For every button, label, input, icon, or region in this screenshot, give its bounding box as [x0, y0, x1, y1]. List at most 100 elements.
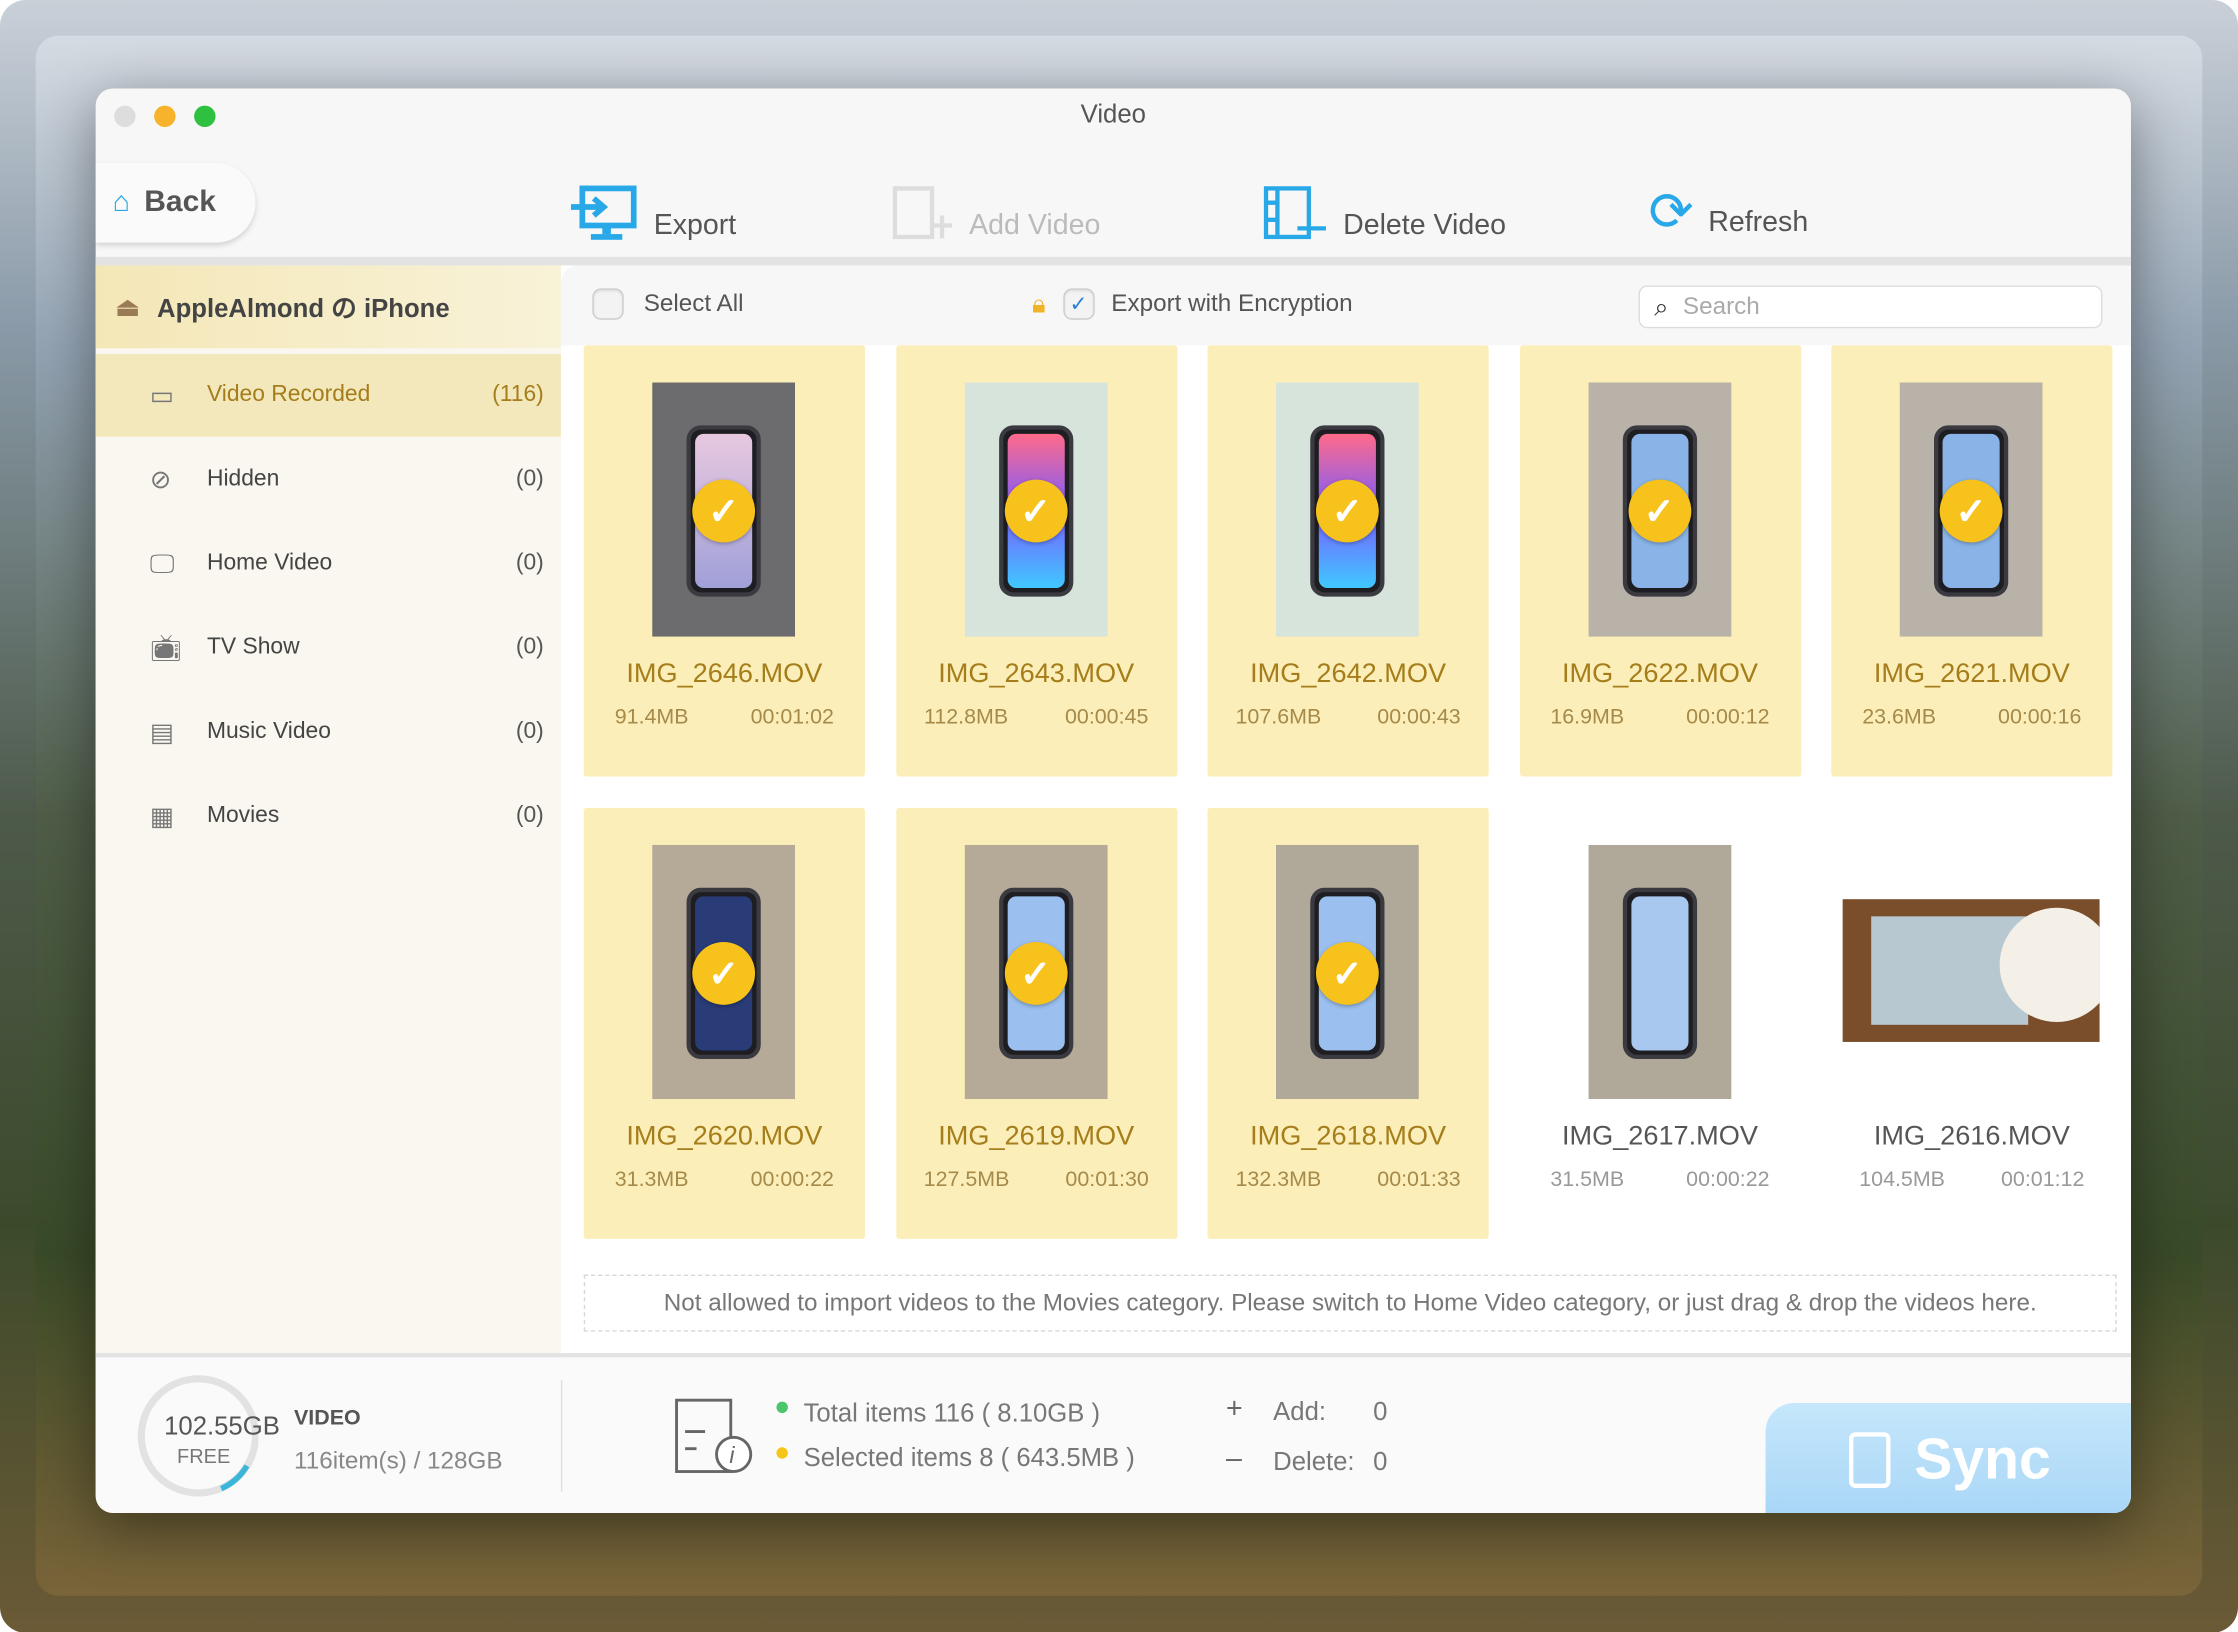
selected-items: Selected items 8 ( 643.5MB ) [803, 1443, 1135, 1472]
export-icon [570, 185, 637, 240]
sidebar-item-movies[interactable]: ▦ Movies (0) [96, 775, 561, 858]
add-value: 0 [1373, 1397, 1388, 1426]
drop-zone-notice[interactable]: Not allowed to import videos to the Movi… [583, 1274, 2117, 1332]
sidebar-item-music-video[interactable]: ▤ Music Video (0) [96, 691, 561, 774]
select-all-checkbox[interactable]: Select All [592, 288, 744, 320]
search-placeholder: Search [1682, 292, 1760, 320]
delete-film-icon [1263, 186, 1326, 240]
add-film-icon [892, 186, 953, 240]
video-name: IMG_2621.MOV [1873, 659, 2070, 690]
sidebar-item-count: (116) [492, 382, 544, 407]
back-button[interactable]: ⌂ Back [95, 162, 256, 243]
desktop: Video ⌂ Back Export Add Video Delete Vid… [0, 0, 2238, 1632]
music-film-icon: ▤ [149, 717, 175, 746]
sidebar-item-label: Home Video [206, 550, 333, 576]
video-card[interactable]: ✓ IMG_2619.MOV 127.5MB 00:01:30 [895, 807, 1177, 1239]
toolbar-divider [95, 256, 2131, 266]
video-size: 132.3MB [1235, 1167, 1322, 1192]
video-card[interactable]: ✓ IMG_2620.MOV 31.3MB 00:00:22 [583, 807, 865, 1239]
video-size: 23.6MB [1862, 705, 1937, 730]
app-window: Video ⌂ Back Export Add Video Delete Vid… [95, 88, 2131, 1513]
category-label: VIDEO [294, 1405, 361, 1431]
check-icon: ✓ [1939, 479, 2003, 543]
select-all-label: Select All [643, 289, 744, 317]
video-duration: 00:01:02 [750, 705, 834, 730]
delete-video-button[interactable]: Delete Video [1263, 186, 1506, 243]
main-panel: Select All 🔒︎ ✓ Export with Encryption ⌕… [560, 265, 2131, 1354]
add-video-button[interactable]: Add Video [892, 186, 1100, 243]
video-name: IMG_2618.MOV [1250, 1121, 1447, 1152]
video-duration: 00:01:33 [1377, 1167, 1461, 1192]
video-camera-icon: ▭ [149, 380, 175, 409]
video-duration: 00:01:12 [2001, 1167, 2085, 1192]
eye-slash-icon: ⊘ [149, 464, 172, 494]
search-input[interactable]: ⌕ Search [1638, 285, 2103, 329]
monitor-icon: 🖵︎ [149, 548, 175, 578]
divider [560, 1380, 563, 1492]
video-name: IMG_2619.MOV [938, 1121, 1135, 1152]
video-name: IMG_2617.MOV [1561, 1121, 1758, 1152]
sidebar-item-count: (0) [515, 719, 544, 744]
device-name: AppleAlmond の iPhone [157, 294, 450, 323]
export-encryption-label: Export with Encryption [1111, 289, 1353, 317]
video-thumbnail: ✓ [964, 382, 1107, 637]
video-card[interactable]: ✓ IMG_2618.MOV 132.3MB 00:01:33 [1207, 807, 1489, 1239]
video-duration: 00:00:12 [1686, 705, 1770, 730]
sidebar-item-count: (0) [515, 803, 544, 828]
video-card[interactable]: ✓ IMG_2622.MOV 16.9MB 00:00:12 [1519, 345, 1801, 777]
back-label: Back [144, 185, 216, 219]
sidebar: ⏏ AppleAlmond の iPhone ▭ Video Recorded (1… [95, 265, 561, 1354]
check-icon: ✓ [1004, 479, 1067, 543]
capacity-text: 116item(s) / 128GB [294, 1447, 503, 1475]
export-encryption-checkbox[interactable]: 🔒︎ ✓ Export with Encryption [1032, 288, 1353, 320]
checkbox-checked[interactable]: ✓ [1062, 288, 1095, 320]
add-label: Add: [1273, 1397, 1327, 1426]
sync-button[interactable]: Sync [1765, 1403, 2131, 1513]
refresh-icon: ⟳ [1648, 182, 1694, 243]
video-size: 91.4MB [614, 705, 689, 730]
tv-icon: 📺︎ [149, 633, 183, 662]
video-card[interactable]: IMG_2616.MOV 104.5MB 00:01:12 [1831, 808, 2112, 1239]
video-size: 112.8MB [924, 705, 1009, 730]
sync-label: Sync [1914, 1428, 2051, 1491]
video-card[interactable]: IMG_2617.MOV 31.5MB 00:00:22 [1519, 808, 1800, 1239]
refresh-label: Refresh [1708, 206, 1809, 239]
film-icon: ▦ [149, 801, 175, 830]
video-thumbnail: ✓ [1587, 382, 1731, 637]
sidebar-item-video-recorded[interactable]: ▭ Video Recorded (116) [95, 353, 561, 437]
video-card[interactable]: ✓ IMG_2621.MOV 23.6MB 00:00:16 [1831, 345, 2113, 777]
video-card[interactable]: ✓ IMG_2642.MOV 107.6MB 00:00:43 [1207, 345, 1489, 777]
total-dot [776, 1401, 788, 1414]
video-thumbnail: ✓ [652, 844, 796, 1100]
sidebar-item-label: Video Recorded [206, 382, 371, 407]
home-icon: ⌂ [112, 186, 131, 218]
sidebar-item-hidden[interactable]: ⊘ Hidden (0) [96, 438, 561, 521]
sidebar-item-label: Music Video [206, 719, 331, 744]
sidebar-item-label: Hidden [206, 466, 280, 491]
list-header: Select All 🔒︎ ✓ Export with Encryption ⌕… [560, 265, 2131, 346]
video-name: IMG_2642.MOV [1250, 659, 1447, 690]
video-size: 107.6MB [1235, 705, 1322, 730]
checkbox[interactable] [592, 288, 624, 320]
delete-value: 0 [1373, 1447, 1388, 1476]
refresh-button[interactable]: ⟳ Refresh [1649, 186, 1809, 240]
device-header[interactable]: ⏏ AppleAlmond の iPhone [95, 265, 561, 349]
delete-label: Delete: [1273, 1447, 1355, 1476]
video-size: 127.5MB [923, 1167, 1010, 1192]
sidebar-item-tv-show[interactable]: 📺︎ TV Show (0) [96, 607, 561, 690]
info-document-icon: i [675, 1398, 753, 1473]
minus-icon: – [1226, 1443, 1242, 1475]
video-thumbnail: ✓ [964, 844, 1107, 1100]
video-duration: 00:01:30 [1065, 1167, 1149, 1192]
sidebar-item-home-video[interactable]: 🖵︎ Home Video (0) [96, 522, 561, 605]
video-duration: 00:00:16 [1998, 705, 2082, 730]
video-name: IMG_2643.MOV [938, 659, 1135, 690]
check-icon: ✓ [1315, 942, 1379, 1005]
add-video-label: Add Video [969, 209, 1101, 242]
video-card[interactable]: ✓ IMG_2646.MOV 91.4MB 00:01:02 [583, 345, 865, 777]
video-thumbnail [1842, 899, 2100, 1042]
video-thumbnail: ✓ [1276, 844, 1419, 1100]
video-card[interactable]: ✓ IMG_2643.MOV 112.8MB 00:00:45 [895, 345, 1177, 777]
video-size: 31.5MB [1550, 1167, 1625, 1192]
export-button[interactable]: Export [570, 185, 736, 243]
